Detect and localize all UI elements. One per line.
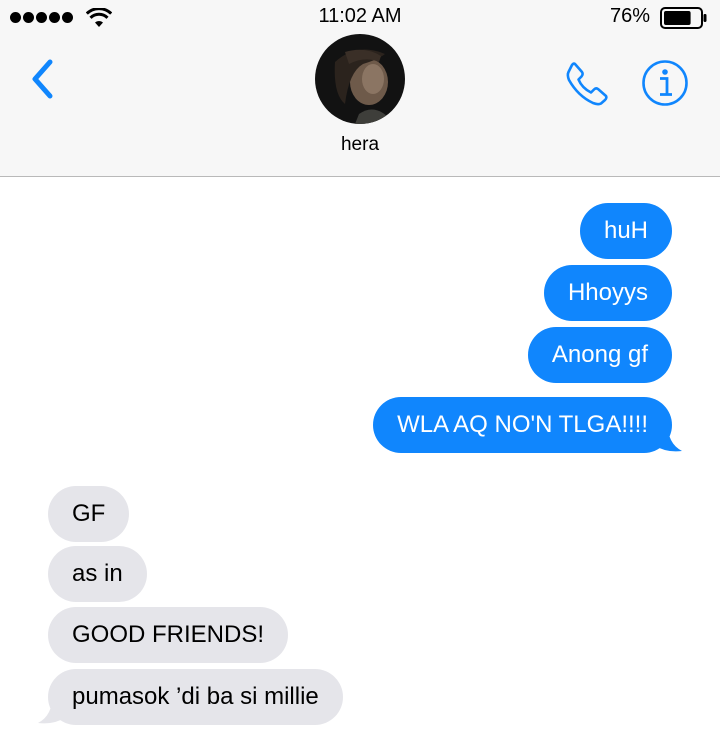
avatar-photo — [315, 34, 405, 124]
sent-message-bubble[interactable]: Hhoyys — [543, 265, 672, 321]
received-message-bubble[interactable]: pumasok ’di ba si millie — [48, 669, 343, 725]
received-message-bubble[interactable]: GOOD FRIENDS! — [48, 607, 289, 663]
phone-icon[interactable] — [562, 58, 612, 108]
sent-message-bubble[interactable]: WLA AQ NO'N TLGA!!!! — [373, 397, 672, 453]
sent-message-bubble[interactable]: Anong gf — [527, 327, 672, 383]
contact-avatar[interactable] — [315, 34, 405, 124]
status-bar: 11:02 AM 76% — [0, 0, 720, 34]
battery-icon — [660, 7, 707, 29]
conversation-header: hera — [0, 34, 720, 177]
received-bubble-tail — [38, 695, 66, 724]
sent-bubble-tail — [654, 423, 682, 452]
contact-name[interactable]: hera — [0, 134, 720, 156]
sent-message-bubble[interactable]: huH — [579, 203, 672, 259]
received-message-bubble[interactable]: as in — [48, 546, 147, 602]
message-list: huH Hhoyys Anong gf WLA AQ NO'N TLGA!!!!… — [0, 177, 720, 737]
battery-percentage: 76% — [609, 5, 650, 27]
info-icon[interactable] — [640, 58, 690, 108]
received-message-bubble[interactable]: GF — [48, 486, 130, 542]
back-chevron-icon[interactable] — [26, 56, 60, 102]
